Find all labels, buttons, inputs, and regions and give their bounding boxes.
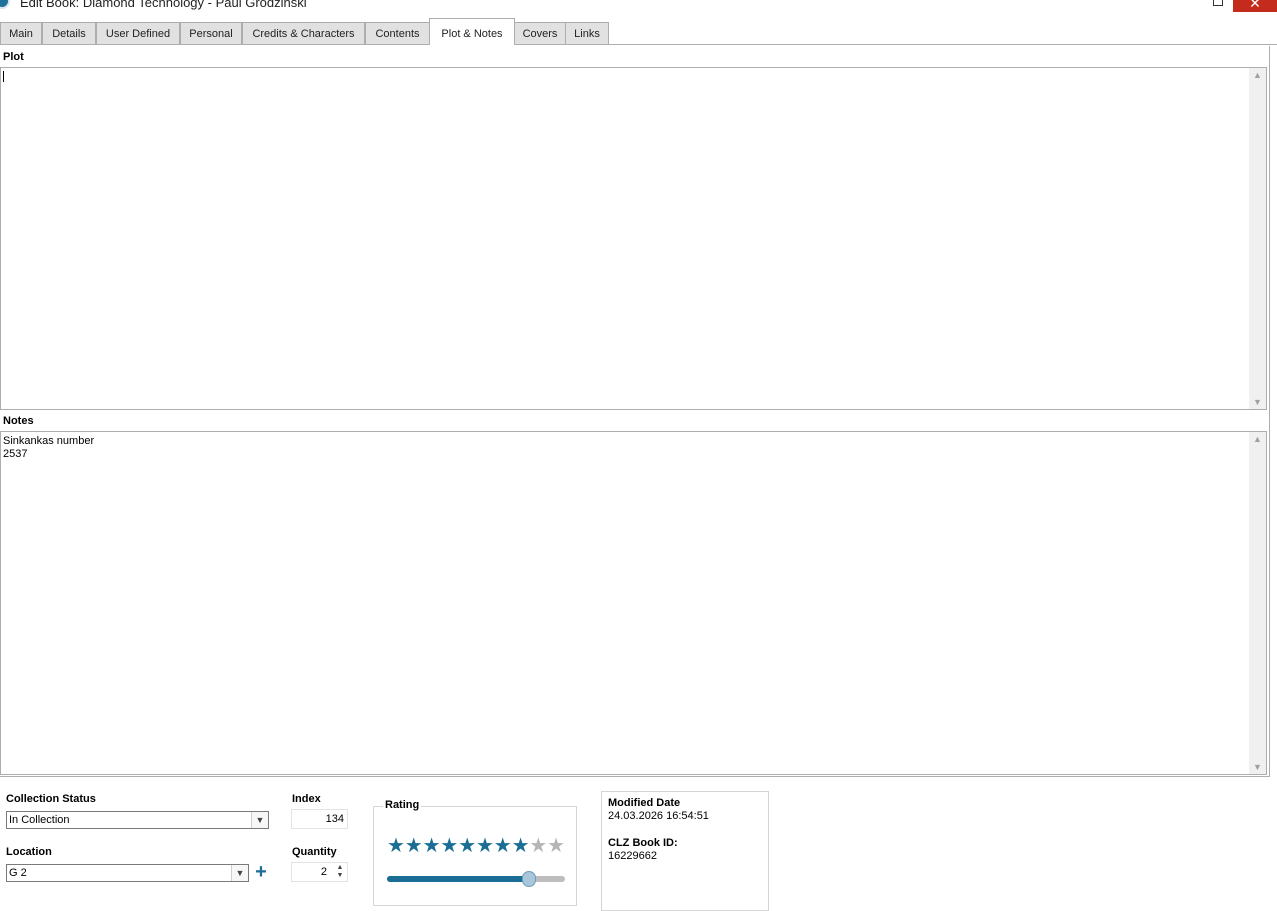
- tab-user-defined[interactable]: User Defined: [96, 22, 180, 44]
- collection-status-label: Collection Status: [6, 793, 96, 805]
- location-select[interactable]: G 2 ▼: [6, 864, 249, 882]
- notes-scrollbar[interactable]: ▲ ▼: [1249, 432, 1266, 774]
- tab-links[interactable]: Links: [565, 22, 609, 44]
- rating-slider-track[interactable]: [387, 876, 565, 882]
- tab-main[interactable]: Main: [0, 22, 42, 44]
- rating-label: Rating: [383, 799, 422, 811]
- close-button[interactable]: ✕: [1233, 0, 1277, 12]
- star-icon[interactable]: ★: [405, 836, 423, 856]
- tab-bar: Main Details User Defined Personal Credi…: [0, 18, 1277, 45]
- index-label: Index: [292, 793, 321, 805]
- star-icon[interactable]: ★: [476, 836, 494, 856]
- rating-stars[interactable]: ★★★★★★★★★★: [387, 836, 565, 856]
- star-icon[interactable]: ★: [529, 836, 547, 856]
- modified-date-value: 24.03.2026 16:54:51: [608, 810, 709, 822]
- maximize-icon: [1213, 0, 1223, 6]
- quantity-label: Quantity: [292, 846, 337, 858]
- scroll-down-icon[interactable]: ▼: [1249, 395, 1266, 409]
- panel-right-border: [1269, 46, 1270, 777]
- scroll-down-icon[interactable]: ▼: [1249, 760, 1266, 774]
- chevron-down-icon[interactable]: ▼: [251, 812, 268, 828]
- tab-credits-characters[interactable]: Credits & Characters: [242, 22, 365, 44]
- location-value: G 2: [9, 867, 27, 879]
- modified-date-label: Modified Date: [608, 797, 681, 809]
- plot-text: [3, 71, 1248, 407]
- plot-textarea[interactable]: ▲ ▼: [0, 67, 1267, 410]
- plot-label: Plot: [3, 51, 24, 63]
- rating-slider-fill: [387, 876, 530, 882]
- location-label: Location: [6, 846, 52, 858]
- star-icon[interactable]: ★: [440, 836, 458, 856]
- bottom-separator: [0, 776, 1270, 777]
- scroll-up-icon[interactable]: ▲: [1249, 432, 1266, 446]
- notes-text: Sinkankas number 2537: [3, 435, 95, 460]
- clz-book-id-value: 16229662: [608, 850, 657, 862]
- notes-label: Notes: [3, 415, 34, 427]
- tab-contents[interactable]: Contents: [365, 22, 430, 44]
- tab-covers[interactable]: Covers: [514, 22, 566, 44]
- quantity-stepper[interactable]: 2 ▲ ▼: [291, 862, 348, 882]
- collection-status-value: In Collection: [9, 814, 70, 826]
- star-icon[interactable]: ★: [547, 836, 565, 856]
- tab-personal[interactable]: Personal: [180, 22, 242, 44]
- maximize-button[interactable]: [1210, 0, 1226, 10]
- tab-plot-notes[interactable]: Plot & Notes: [429, 18, 515, 45]
- star-icon[interactable]: ★: [423, 836, 441, 856]
- window-title: Edit Book: Diamond Technology - Paul Gro…: [20, 0, 307, 10]
- stepper-arrows-icon[interactable]: ▲ ▼: [335, 864, 345, 880]
- app-logo-icon: [0, 0, 10, 9]
- notes-textarea[interactable]: Sinkankas number 2537 ▲ ▼: [0, 431, 1267, 775]
- tab-details[interactable]: Details: [42, 22, 96, 44]
- plot-scrollbar[interactable]: ▲ ▼: [1249, 68, 1266, 409]
- collection-status-select[interactable]: In Collection ▼: [6, 811, 269, 829]
- star-icon[interactable]: ★: [458, 836, 476, 856]
- star-icon[interactable]: ★: [387, 836, 405, 856]
- add-location-plus-icon[interactable]: +: [253, 862, 269, 882]
- star-icon[interactable]: ★: [512, 836, 530, 856]
- clz-book-id-label: CLZ Book ID:: [608, 837, 678, 849]
- scroll-up-icon[interactable]: ▲: [1249, 68, 1266, 82]
- chevron-down-icon[interactable]: ▼: [231, 865, 248, 881]
- star-icon[interactable]: ★: [494, 836, 512, 856]
- rating-slider-thumb[interactable]: [522, 871, 537, 887]
- index-input[interactable]: 134: [291, 809, 348, 829]
- title-bar: Edit Book: Diamond Technology - Paul Gro…: [0, 0, 1277, 17]
- index-value: 134: [325, 813, 344, 825]
- quantity-value: 2: [320, 866, 327, 878]
